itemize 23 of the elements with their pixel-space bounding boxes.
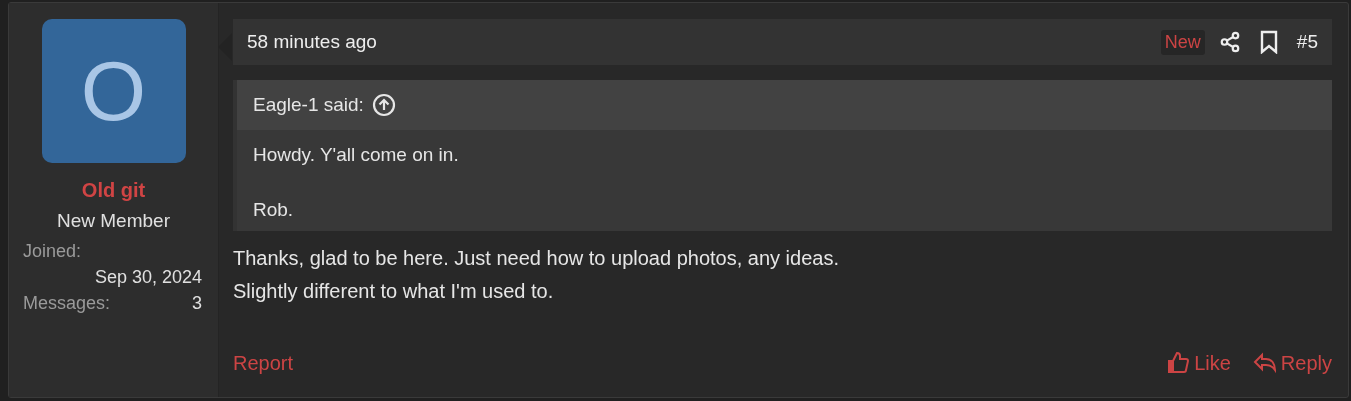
stat-value: Sep 30, 2024 (93, 266, 202, 289)
share-icon (1218, 31, 1241, 53)
user-title: New Member (57, 210, 170, 232)
arrow-up-circle-icon[interactable] (371, 93, 396, 117)
stat-label: Messages: (23, 292, 111, 315)
reply-icon (1252, 351, 1277, 375)
new-badge: New (1160, 29, 1205, 55)
quote-text: Howdy. Y'all come on in. (253, 144, 460, 166)
avatar[interactable]: O (41, 19, 186, 163)
post-text: Thanks, glad to be here. Just need how to upload photos, any ideas. (233, 247, 840, 270)
bookmark-icon (1258, 30, 1279, 54)
post-number[interactable]: #5 (1296, 31, 1318, 53)
post-text: Slightly different to what I'm used to. (233, 280, 555, 303)
like-button[interactable]: Like (1166, 351, 1231, 375)
report-link[interactable]: Report (233, 351, 294, 375)
post-time[interactable]: 58 minutes ago (247, 31, 1143, 53)
reply-button[interactable]: Reply (1252, 351, 1332, 375)
thumbs-up-icon (1166, 351, 1191, 375)
stat-label: Joined: (23, 240, 83, 263)
quote-attribution: Eagle-1 said: (253, 94, 364, 116)
username[interactable]: Old git (81, 179, 146, 202)
stat-value: 3 (192, 292, 202, 315)
quote-text: Rob. (253, 199, 295, 221)
